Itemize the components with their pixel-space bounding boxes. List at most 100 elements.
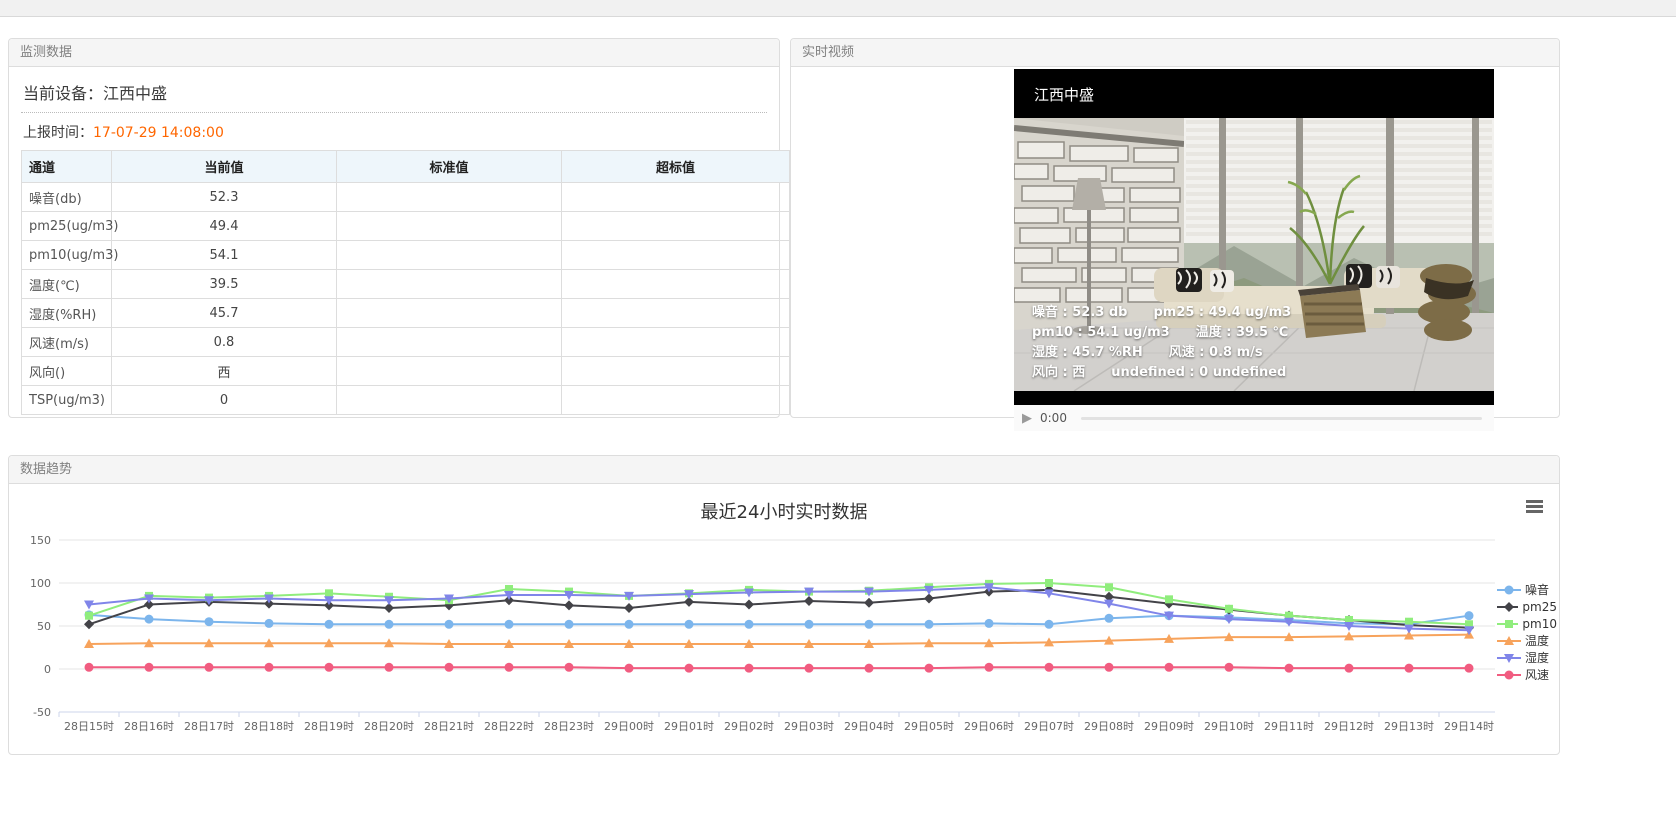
x-axis-label: 28日21时 xyxy=(424,720,474,733)
value-cell xyxy=(562,328,790,357)
overlay-line-4: 风向 : 西 undefined : 0 undefined xyxy=(1032,363,1291,383)
value-cell xyxy=(562,386,790,415)
data-point-marker xyxy=(624,603,634,613)
y-axis-label: 50 xyxy=(37,620,51,633)
chart-title: 最近24小时实时数据 xyxy=(9,484,1559,524)
data-point-marker xyxy=(265,663,274,672)
table-row: TSP(ug/m3)0 xyxy=(22,386,790,415)
channel-cell: 噪音(db) xyxy=(22,183,112,212)
video-player-screen[interactable]: 江西中盛 xyxy=(1014,69,1494,405)
x-axis-label: 28日18时 xyxy=(244,720,294,733)
value-cell xyxy=(562,183,790,212)
data-point-marker xyxy=(1165,663,1174,672)
legend-item-噪音[interactable]: 噪音 xyxy=(1497,581,1557,598)
value-cell xyxy=(337,357,562,386)
data-point-marker xyxy=(1405,618,1413,626)
value-cell xyxy=(562,357,790,386)
video-letterbox-bar xyxy=(1014,391,1494,405)
chart-menu-icon[interactable] xyxy=(1526,500,1543,513)
legend-item-温度[interactable]: 温度 xyxy=(1497,632,1557,649)
data-point-marker xyxy=(1505,670,1514,679)
legend-symbol xyxy=(1497,635,1521,647)
video-progress-bar[interactable] xyxy=(1081,417,1482,420)
trend-line-chart: -5005010015028日15时28日16时28日17时28日18时28日1… xyxy=(11,526,1497,744)
x-axis-label: 29日07时 xyxy=(1024,720,1074,733)
video-control-bar: ▶ 0:00 xyxy=(1014,405,1494,431)
data-point-marker xyxy=(84,619,94,629)
x-axis-label: 28日17时 xyxy=(184,720,234,733)
legend-item-湿度[interactable]: 湿度 xyxy=(1497,649,1557,666)
table-row: 风速(m/s)0.8 xyxy=(22,328,790,357)
data-point-marker xyxy=(1505,585,1514,594)
channel-cell: 温度(℃) xyxy=(22,270,112,299)
value-cell: 52.3 xyxy=(112,183,337,212)
x-axis-label: 29日05时 xyxy=(904,720,954,733)
video-current-time: 0:00 xyxy=(1040,411,1067,425)
data-point-marker xyxy=(685,620,694,629)
overlay-line-3: 湿度 : 45.7 %RH 风速 : 0.8 m/s xyxy=(1032,343,1291,363)
channel-cell: pm10(ug/m3) xyxy=(22,241,112,270)
value-cell xyxy=(337,183,562,212)
video-panel-title: 实时视频 xyxy=(791,39,1559,67)
legend-item-pm25[interactable]: pm25 xyxy=(1497,598,1557,615)
data-point-marker xyxy=(325,620,334,629)
x-axis-label: 28日16时 xyxy=(124,720,174,733)
video-device-title: 江西中盛 xyxy=(1034,84,1094,105)
data-point-marker xyxy=(1105,614,1114,623)
data-point-marker xyxy=(445,663,454,672)
data-point-marker xyxy=(924,593,934,603)
value-cell: 0.8 xyxy=(112,328,337,357)
data-point-marker xyxy=(1504,602,1514,612)
legend-label: 风速 xyxy=(1525,666,1549,683)
table-row: 噪音(db)52.3 xyxy=(22,183,790,212)
data-point-marker xyxy=(625,664,634,673)
data-point-marker xyxy=(85,612,93,620)
x-axis-label: 29日12时 xyxy=(1324,720,1374,733)
legend-label: 噪音 xyxy=(1525,581,1549,598)
legend-item-风速[interactable]: 风速 xyxy=(1497,666,1557,683)
data-point-marker xyxy=(865,664,874,673)
table-row: 风向()西 xyxy=(22,357,790,386)
data-point-marker xyxy=(564,600,574,610)
data-point-marker xyxy=(805,620,814,629)
data-point-marker xyxy=(865,620,874,629)
data-point-marker xyxy=(385,620,394,629)
data-point-marker xyxy=(445,620,454,629)
monitor-table-header: 标准值 xyxy=(337,151,562,183)
channel-cell: 风速(m/s) xyxy=(22,328,112,357)
data-point-marker xyxy=(1105,663,1114,672)
data-point-marker xyxy=(85,663,94,672)
channel-cell: 湿度(%RH) xyxy=(22,299,112,328)
y-axis-label: 0 xyxy=(44,663,51,676)
series-湿度 xyxy=(84,583,1474,635)
value-cell: 45.7 xyxy=(112,299,337,328)
data-point-marker xyxy=(265,619,274,628)
trend-panel-title: 数据趋势 xyxy=(9,456,1559,484)
value-cell: 39.5 xyxy=(112,270,337,299)
legend-item-pm10[interactable]: pm10 xyxy=(1497,615,1557,632)
data-point-marker xyxy=(145,663,154,672)
x-axis-label: 29日11时 xyxy=(1264,720,1314,733)
x-axis-label: 28日20时 xyxy=(364,720,414,733)
play-icon[interactable]: ▶ xyxy=(1014,411,1040,426)
data-point-marker xyxy=(1105,583,1113,591)
data-point-marker xyxy=(985,619,994,628)
data-point-marker xyxy=(145,615,154,624)
data-point-marker xyxy=(325,589,333,597)
legend-symbol xyxy=(1497,669,1521,681)
report-time-label: 上报时间： xyxy=(23,125,93,141)
value-cell: 0 xyxy=(112,386,337,415)
data-point-marker xyxy=(1505,620,1513,628)
x-axis-label: 28日22时 xyxy=(484,720,534,733)
data-point-marker xyxy=(805,664,814,673)
data-point-marker xyxy=(804,596,814,606)
legend-label: pm10 xyxy=(1522,617,1557,631)
data-point-marker xyxy=(505,620,514,629)
x-axis-label: 29日14时 xyxy=(1444,720,1494,733)
x-axis-label: 29日09时 xyxy=(1144,720,1194,733)
x-axis-label: 28日15时 xyxy=(64,720,114,733)
data-point-marker xyxy=(1405,664,1414,673)
data-point-marker xyxy=(745,664,754,673)
data-point-marker xyxy=(205,617,214,626)
monitor-data-panel: 监测数据 当前设备：江西中盛 上报时间：17-07-29 14:08:00 通道… xyxy=(8,38,780,418)
